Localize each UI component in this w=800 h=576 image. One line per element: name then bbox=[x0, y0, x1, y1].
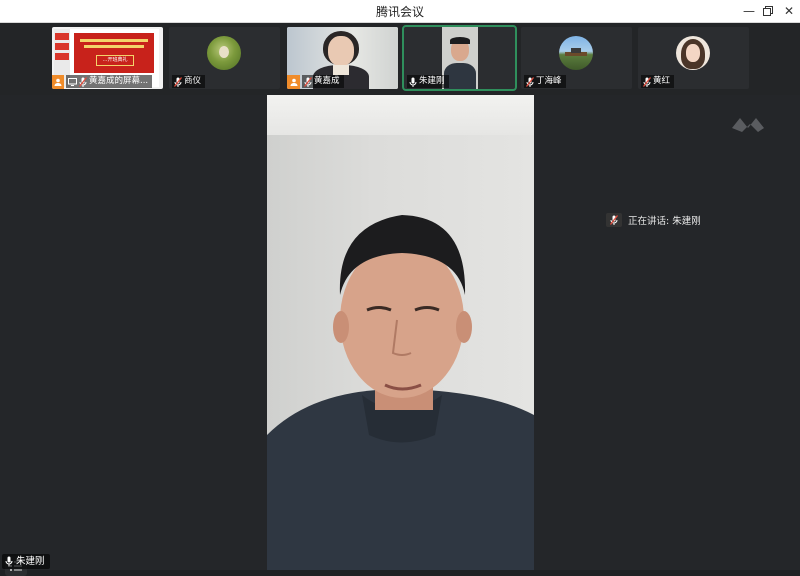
participant-name-tag: 商仪 bbox=[172, 75, 206, 88]
main-video[interactable] bbox=[267, 95, 534, 570]
participant-tile-huangjiacheng[interactable]: 黄嘉成 bbox=[287, 27, 398, 89]
mic-muted-icon bbox=[79, 76, 87, 87]
mic-icon bbox=[5, 556, 13, 567]
participant-name-tag: 黄嘉成 bbox=[302, 75, 344, 88]
participant-tile-huanghong[interactable]: 黄红 bbox=[638, 27, 749, 89]
participant-tile-zhujiangang[interactable]: 朱建刚 bbox=[402, 25, 517, 91]
app-logo-icon bbox=[730, 114, 768, 136]
screen-share-icon bbox=[68, 77, 77, 86]
participant-strip: …开班典礼 黄嘉成的屏幕... 商仪 黄嘉成 朱建刚 丁海峰 黄红 bbox=[0, 23, 800, 95]
host-icon bbox=[52, 75, 64, 89]
participant-name: 黄嘉成 bbox=[314, 76, 340, 86]
participant-tile-shangyi[interactable]: 商仪 bbox=[169, 27, 280, 89]
restore-icon[interactable] bbox=[757, 2, 779, 20]
speaking-label: 正在讲话: 朱建刚 bbox=[628, 216, 701, 227]
mic-muted-icon bbox=[174, 76, 182, 87]
speaking-mic-icon bbox=[606, 213, 622, 227]
avatar bbox=[207, 36, 241, 70]
main-video-name-tag: 朱建刚 bbox=[2, 554, 50, 569]
participant-tile-screen-share[interactable]: …开班典礼 黄嘉成的屏幕... bbox=[52, 27, 163, 89]
avatar bbox=[559, 36, 593, 70]
participant-name-tag: 黄嘉成的屏幕... bbox=[66, 75, 153, 88]
participant-tile-dinghaifeng[interactable]: 丁海峰 bbox=[521, 27, 632, 89]
mic-muted-icon bbox=[304, 76, 312, 87]
main-video-name: 朱建刚 bbox=[16, 556, 45, 567]
person-icon bbox=[287, 75, 300, 89]
speaking-indicator: 正在讲话: 朱建刚 bbox=[606, 213, 701, 227]
mic-muted-icon bbox=[526, 76, 534, 87]
main-stage: 正在讲话: 朱建刚 bbox=[0, 95, 800, 576]
participant-name: 黄嘉成的屏幕... bbox=[89, 76, 149, 86]
participant-name: 丁海峰 bbox=[536, 76, 562, 86]
participant-name-tag: 朱建刚 bbox=[407, 75, 449, 88]
mic-icon bbox=[409, 77, 417, 87]
participant-name: 黄红 bbox=[653, 76, 671, 86]
participant-name: 商仪 bbox=[184, 76, 202, 86]
participant-name-tag: 黄红 bbox=[641, 75, 675, 88]
close-icon[interactable]: ✕ bbox=[778, 2, 800, 20]
avatar bbox=[676, 36, 710, 70]
participant-name-tag: 丁海峰 bbox=[524, 75, 566, 88]
participant-name: 朱建刚 bbox=[419, 76, 445, 86]
window-title: 腾讯会议 bbox=[375, 5, 424, 19]
speaker-video-frame bbox=[267, 215, 534, 570]
slide-title: …开班典礼 bbox=[96, 55, 134, 66]
mic-muted-icon bbox=[643, 76, 651, 87]
title-bar: 腾讯会议 — ✕ bbox=[0, 0, 800, 23]
